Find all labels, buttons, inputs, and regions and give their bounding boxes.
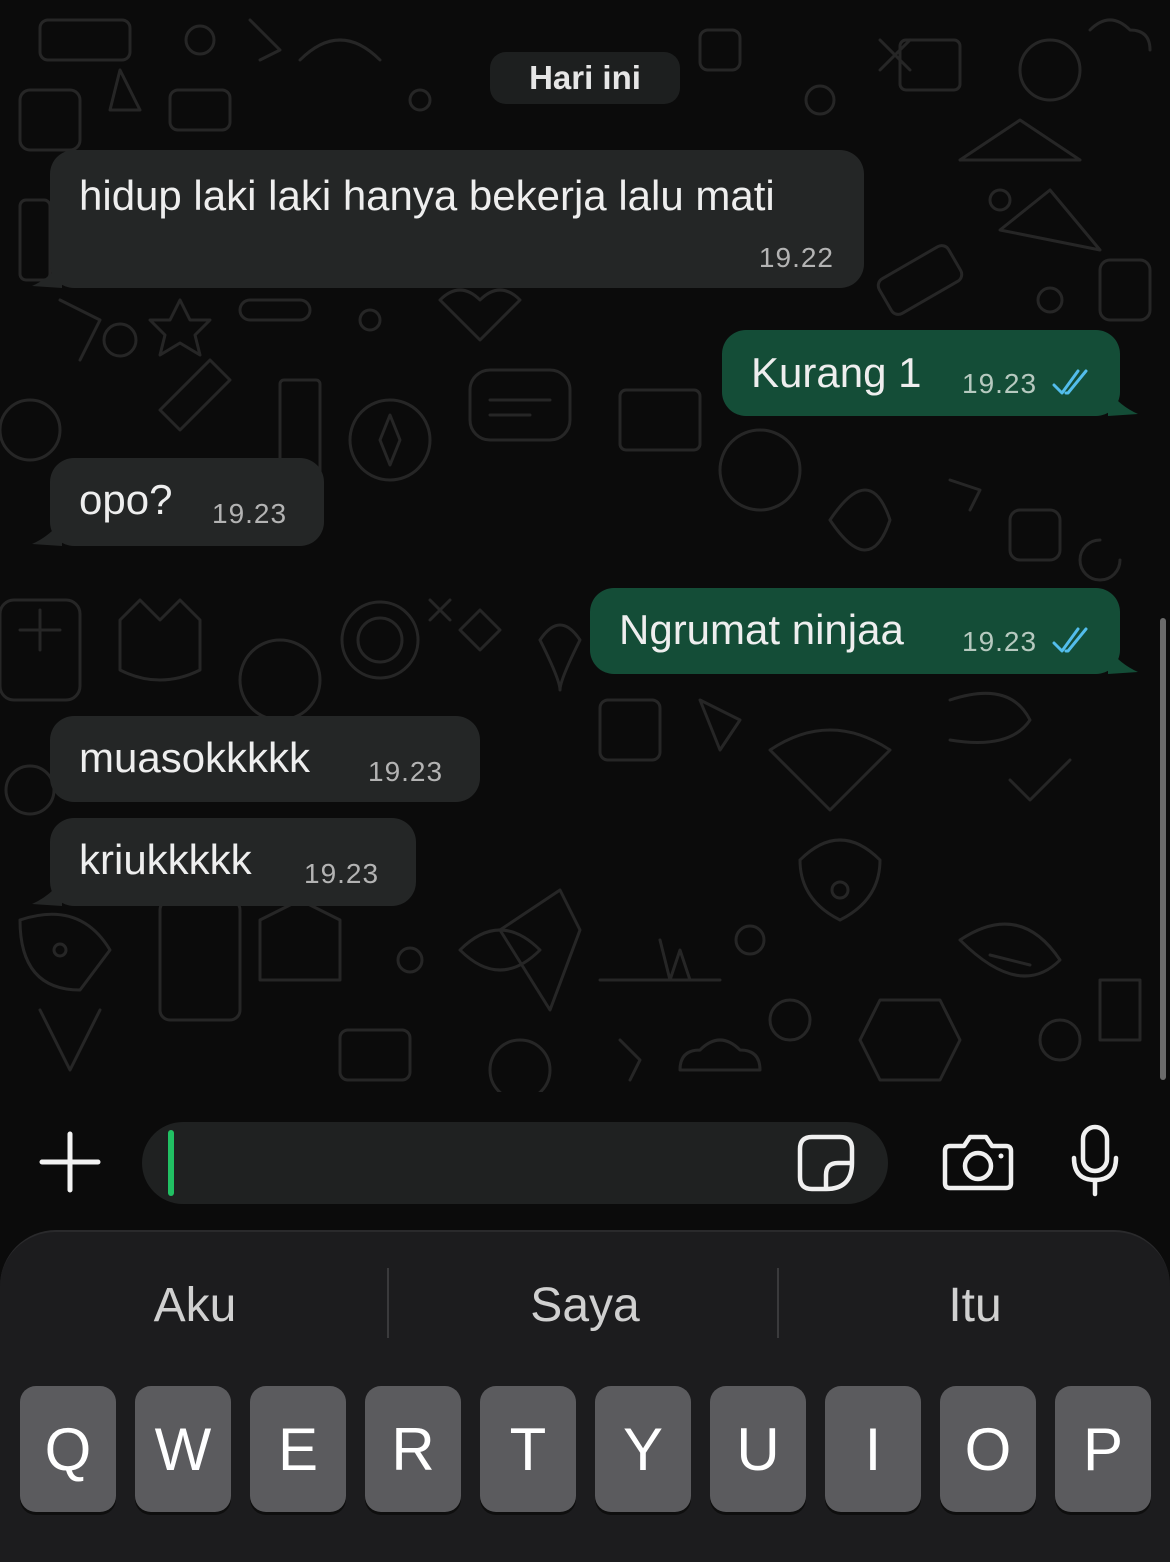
bubble-tail-incoming	[32, 880, 62, 906]
text-caret	[168, 1130, 174, 1196]
suggestion-itu[interactable]: Itu	[780, 1270, 1170, 1340]
message-text: hidup laki laki hanya bekerja lalu mati	[79, 172, 775, 219]
message-bubble-outgoing[interactable]: Kurang 1 19.23	[722, 330, 1120, 416]
message-time: 19.23	[212, 498, 288, 529]
key-y[interactable]: Y	[595, 1386, 691, 1512]
chat-area[interactable]: Hari ini hidup laki laki hanya bekerja l…	[0, 0, 1170, 1092]
key-e[interactable]: E	[250, 1386, 346, 1512]
read-receipt-icon	[1052, 627, 1088, 653]
message-text: opo?	[79, 476, 173, 523]
plus-icon[interactable]	[38, 1130, 102, 1194]
key-q[interactable]: Q	[20, 1386, 116, 1512]
suggestion-divider	[777, 1268, 779, 1338]
bubble-tail-outgoing	[1108, 648, 1138, 674]
message-bubble-outgoing[interactable]: Ngrumat ninjaa 19.23	[590, 588, 1120, 674]
bubble-tail-incoming	[32, 520, 62, 546]
camera-icon[interactable]	[942, 1132, 1014, 1192]
message-bubble-incoming[interactable]: hidup laki laki hanya bekerja lalu mati …	[50, 150, 864, 288]
bubble-tail-outgoing	[1108, 390, 1138, 416]
key-o[interactable]: O	[940, 1386, 1036, 1512]
suggestion-divider	[387, 1268, 389, 1338]
suggestion-aku[interactable]: Aku	[0, 1270, 390, 1340]
bubble-tail-incoming	[32, 262, 62, 288]
key-w[interactable]: W	[135, 1386, 231, 1512]
message-bubble-incoming[interactable]: kriukkkkk 19.23	[50, 818, 416, 906]
key-p[interactable]: P	[1055, 1386, 1151, 1512]
key-u[interactable]: U	[710, 1386, 806, 1512]
suggestion-saya[interactable]: Saya	[390, 1270, 780, 1340]
read-receipt-icon	[1052, 369, 1088, 395]
scrollbar[interactable]	[1160, 618, 1166, 1080]
message-time: 19.23	[304, 858, 380, 889]
message-input[interactable]	[142, 1122, 888, 1204]
message-time: 19.22	[758, 242, 834, 273]
key-i[interactable]: I	[825, 1386, 921, 1512]
message-time: 19.23	[962, 626, 1038, 657]
sticker-icon[interactable]	[796, 1133, 856, 1193]
date-chip: Hari ini	[490, 52, 680, 104]
message-time: 19.23	[368, 756, 444, 787]
key-r[interactable]: R	[365, 1386, 461, 1512]
message-bubble-incoming[interactable]: muasokkkkk 19.23	[50, 716, 480, 802]
message-bubble-incoming[interactable]: opo? 19.23	[50, 458, 324, 546]
message-text: Kurang 1	[751, 349, 922, 396]
microphone-icon[interactable]	[1070, 1124, 1120, 1198]
message-text: kriukkkkk	[79, 836, 252, 883]
message-text: Ngrumat ninjaa	[619, 606, 904, 653]
message-text: muasokkkkk	[79, 734, 311, 781]
key-t[interactable]: T	[480, 1386, 576, 1512]
message-time: 19.23	[962, 368, 1038, 399]
